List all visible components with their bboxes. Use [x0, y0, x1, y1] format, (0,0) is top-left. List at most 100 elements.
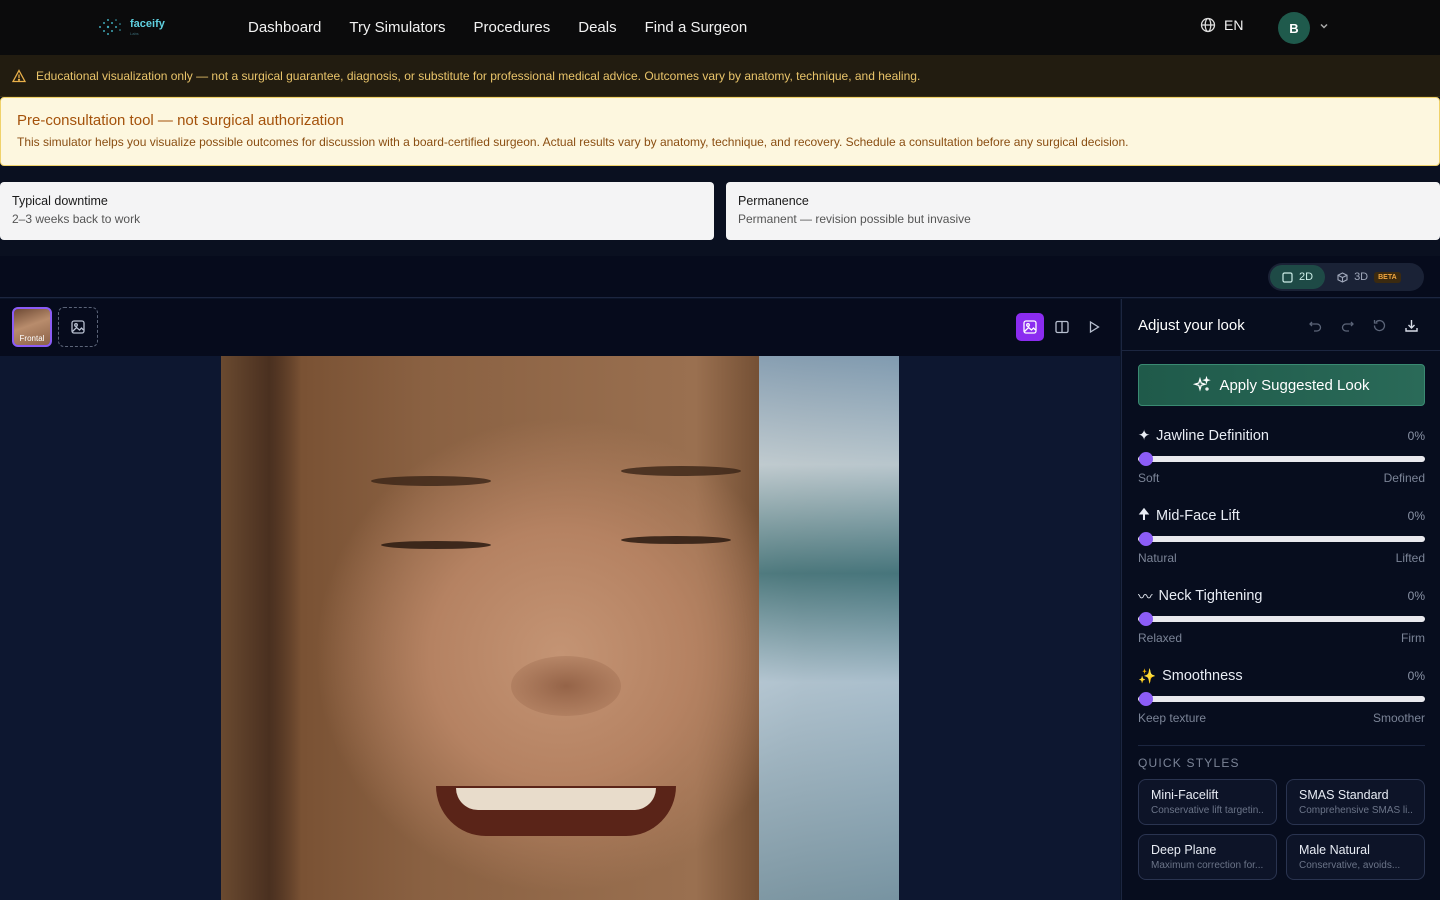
view-image-button[interactable]: [1016, 313, 1044, 341]
play-animation-button[interactable]: [1080, 313, 1108, 341]
slider-handle[interactable]: [1139, 452, 1153, 466]
mode-3d-label: 3D: [1354, 271, 1369, 283]
panel-header: Adjust your look: [1122, 299, 1440, 351]
slider-value: 0%: [1407, 589, 1425, 603]
undo-button[interactable]: [1306, 316, 1324, 334]
photo-background: [759, 356, 899, 900]
reset-icon: [1373, 319, 1385, 331]
apply-suggested-look-button[interactable]: Apply Suggested Look: [1138, 364, 1425, 406]
logo-mark-icon: [99, 19, 121, 35]
image-icon: [1023, 320, 1037, 334]
nose: [511, 656, 621, 716]
panel-title: Adjust your look: [1138, 317, 1245, 334]
mode-2d-button[interactable]: 2D: [1270, 265, 1326, 289]
split-view-icon: [1055, 320, 1069, 334]
right-eye: [621, 536, 731, 544]
nav-link-dashboard[interactable]: Dashboard: [248, 19, 321, 36]
play-icon: [1089, 320, 1100, 334]
nav-links: Dashboard Try Simulators Procedures Deal…: [248, 0, 747, 55]
redo-button[interactable]: [1338, 316, 1356, 334]
slider-name: Jawline Definition: [1156, 428, 1269, 444]
nav-link-procedures[interactable]: Procedures: [474, 19, 551, 36]
slider-value: 0%: [1407, 509, 1425, 523]
compare-view-button[interactable]: [1048, 313, 1076, 341]
teeth: [456, 788, 656, 810]
add-photo-button[interactable]: [58, 307, 98, 347]
slider-jawline-definition: ✦ Jawline Definition 0% Soft Defined: [1138, 427, 1425, 497]
top-nav: faceify Labs Dashboard Try Simulators Pr…: [0, 0, 1440, 55]
square-icon: [1282, 271, 1293, 283]
quick-styles-title: QUICK STYLES: [1138, 756, 1240, 770]
slider-track[interactable]: [1138, 451, 1425, 467]
divider: [1138, 745, 1425, 746]
info-card-label: Typical downtime: [12, 194, 108, 208]
download-icon: [1404, 319, 1418, 332]
info-card-label: Permanence: [738, 194, 809, 208]
slider-mid-face-lift: 🠉 Mid-Face Lift 0% Natural Lifted: [1138, 507, 1425, 577]
slider-value: 0%: [1407, 669, 1425, 683]
mode-3d-button[interactable]: 3D BETA: [1325, 265, 1413, 289]
slider-max-label: Defined: [1383, 471, 1425, 485]
slider-name: Smoothness: [1162, 668, 1243, 684]
quick-style-name: Deep Plane: [1151, 843, 1217, 857]
reset-button[interactable]: [1370, 316, 1388, 334]
logo[interactable]: faceify Labs: [96, 14, 165, 40]
avatar[interactable]: B: [1278, 12, 1310, 44]
thumbnail-label: Frontal: [19, 334, 45, 343]
sparkle-icon: ✦: [1138, 428, 1151, 444]
cube-icon: [1337, 271, 1348, 283]
redo-icon: [1341, 321, 1354, 332]
disclaimer-text: Educational visualization only — not a s…: [36, 68, 921, 83]
simulator-workspace: 2D 3D BETA Frontal Adjust your look Appl…: [0, 256, 1440, 900]
slider-handle[interactable]: [1139, 532, 1153, 546]
slider-neck-tightening: 〰 Neck Tightening 0% Relaxed Firm: [1138, 587, 1425, 657]
nav-link-deals[interactable]: Deals: [578, 19, 616, 36]
sparkles-icon: [1193, 376, 1212, 392]
quick-style-smas-standard[interactable]: SMAS Standard Comprehensive SMAS li...: [1286, 779, 1425, 825]
slider-handle[interactable]: [1139, 612, 1153, 626]
quick-style-deep-plane[interactable]: Deep Plane Maximum correction for...: [1138, 834, 1277, 880]
preconsult-title: Pre-consultation tool — not surgical aut…: [17, 112, 344, 129]
mode-2d-label: 2D: [1299, 271, 1314, 283]
photo-hair: [221, 356, 301, 900]
slider-min-label: Soft: [1138, 471, 1160, 485]
slider-min-label: Keep texture: [1138, 711, 1207, 725]
wave-icon: 〰: [1138, 589, 1153, 606]
warning-icon: [12, 68, 26, 82]
slider-track[interactable]: [1138, 531, 1425, 547]
logo-name: faceify: [130, 17, 165, 30]
slider-value: 0%: [1407, 429, 1425, 443]
slider-track[interactable]: [1138, 691, 1425, 707]
language-selector[interactable]: EN: [1200, 17, 1243, 33]
photo-thumbnail-frontal[interactable]: Frontal: [12, 307, 52, 347]
globe-icon: [1200, 17, 1216, 33]
nav-link-try-simulators[interactable]: Try Simulators: [349, 19, 445, 36]
slider-smoothness: ✨ Smoothness 0% Keep texture Smoother: [1138, 667, 1425, 737]
canvas-area: Frontal: [0, 299, 1120, 900]
quick-style-male-natural[interactable]: Male Natural Conservative, avoids...: [1286, 834, 1425, 880]
left-eye: [381, 541, 491, 549]
sparkles-icon: ✨: [1138, 668, 1157, 685]
nav-link-find-a-surgeon[interactable]: Find a Surgeon: [645, 19, 748, 36]
language-label: EN: [1224, 17, 1244, 33]
quick-style-desc: Conservative, avoids...: [1299, 860, 1401, 871]
quick-style-mini-facelift[interactable]: Mini-Facelift Conservative lift targetin…: [1138, 779, 1277, 825]
left-brow: [371, 476, 491, 486]
logo-subtitle: Labs: [130, 30, 139, 36]
slider-max-label: Smoother: [1372, 711, 1425, 725]
face-photo[interactable]: [221, 356, 899, 900]
info-card-downtime: Typical downtime 2–3 weeks back to work: [0, 182, 714, 240]
undo-icon: [1308, 321, 1321, 332]
slider-handle[interactable]: [1139, 692, 1153, 706]
preconsult-body: This simulator helps you visualize possi…: [17, 135, 1129, 149]
slider-max-label: Firm: [1401, 631, 1425, 645]
quick-style-name: Male Natural: [1299, 843, 1370, 857]
quick-style-name: Mini-Facelift: [1151, 788, 1219, 802]
download-button[interactable]: [1402, 316, 1420, 334]
slider-name: Neck Tightening: [1158, 588, 1263, 604]
chevron-down-icon[interactable]: [1318, 20, 1330, 32]
slider-track[interactable]: [1138, 611, 1425, 627]
right-brow: [621, 466, 741, 476]
quick-style-name: SMAS Standard: [1299, 788, 1389, 802]
info-card-permanence: Permanence Permanent — revision possible…: [726, 182, 1440, 240]
